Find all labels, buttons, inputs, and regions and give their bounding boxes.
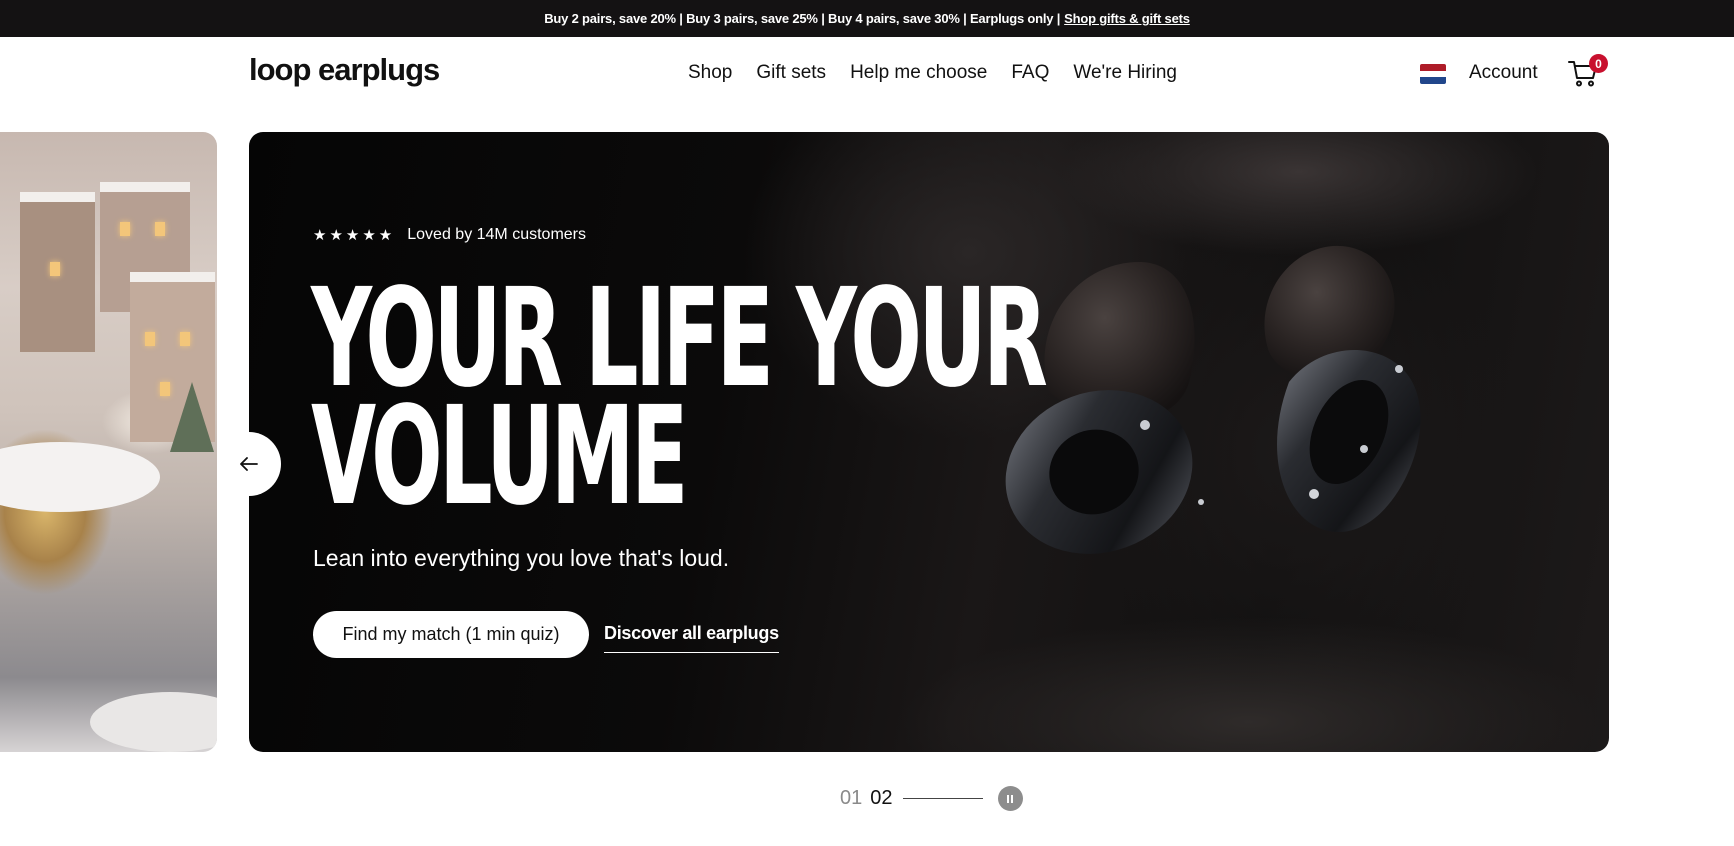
nav-item-gift-sets[interactable]: Gift sets (756, 62, 826, 84)
announcement-link[interactable]: Shop gifts & gift sets (1064, 11, 1190, 26)
previous-slide-button[interactable] (217, 432, 281, 496)
nav-item-shop[interactable]: Shop (688, 62, 732, 84)
announcement-bar: Buy 2 pairs, save 20% | Buy 3 pairs, sav… (0, 0, 1734, 37)
arrow-left-icon (240, 457, 258, 471)
previous-slide-image[interactable] (0, 132, 217, 752)
logo[interactable]: loop earplugs (249, 52, 440, 88)
slide-progress-track (902, 797, 983, 800)
main-nav: Shop Gift sets Help me choose FAQ We're … (688, 62, 1177, 84)
nav-item-help-me-choose[interactable]: Help me choose (850, 62, 987, 84)
account-link[interactable]: Account (1469, 62, 1538, 84)
pause-button[interactable] (997, 786, 1023, 811)
slide-number-2[interactable]: 02 (870, 787, 892, 810)
hero-subline: Lean into everything you love that's lou… (313, 545, 730, 571)
hero-headline: YOUR LIFE YOUR VOLUME (311, 271, 1048, 536)
slide-pager: 01 02 (840, 786, 1023, 811)
nav-item-faq[interactable]: FAQ (1011, 62, 1049, 84)
earplugs-product-image (1005, 245, 1421, 554)
cart-count-badge: 0 (1589, 54, 1608, 73)
hero-slide: ★★★★★ Loved by 14M customers YOUR LIFE Y… (249, 132, 1609, 752)
netherlands-flag-icon[interactable] (1420, 64, 1446, 84)
rating-text: Loved by 14M customers (407, 226, 586, 243)
rating-stars-icon: ★★★★★ (313, 227, 396, 244)
site-header: loop earplugs Shop Gift sets Help me cho… (0, 37, 1734, 109)
discover-earplugs-link[interactable]: Discover all earplugs (604, 623, 779, 653)
headline-line-2: VOLUME (311, 378, 689, 536)
announcement-text: Buy 2 pairs, save 20% | Buy 3 pairs, sav… (544, 11, 1061, 26)
pause-icon (1007, 794, 1013, 803)
find-match-button[interactable]: Find my match (1 min quiz) (313, 611, 589, 658)
nav-item-hiring[interactable]: We're Hiring (1073, 62, 1177, 84)
rating: ★★★★★ Loved by 14M customers (313, 226, 586, 244)
slide-number-1[interactable]: 01 (840, 787, 862, 810)
